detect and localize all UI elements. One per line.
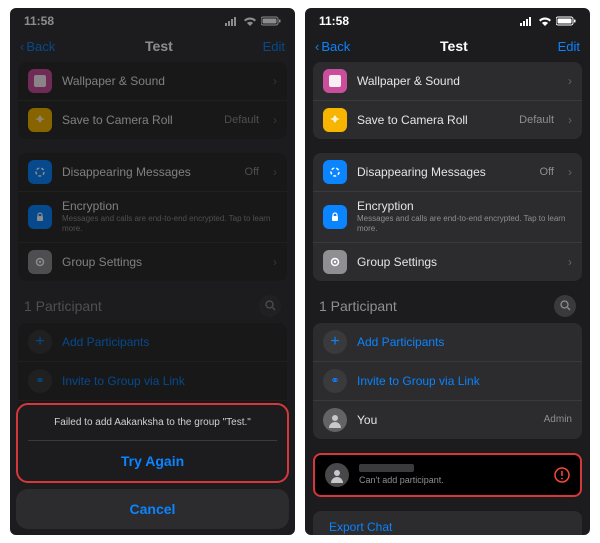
search-button[interactable] <box>259 295 281 317</box>
gear-icon <box>28 250 52 274</box>
settings-section-2: Disappearing Messages Off › Encryption M… <box>18 153 287 281</box>
you-row[interactable]: You Admin <box>313 401 582 439</box>
participants-header: 1 Participant <box>305 295 590 323</box>
error-icon <box>554 467 570 483</box>
status-icons <box>520 16 576 26</box>
edit-button[interactable]: Edit <box>263 39 285 54</box>
settings-section-2: Disappearing Messages Off › Encryption M… <box>313 153 582 281</box>
settings-section-1: Wallpaper & Sound › Save to Camera Roll … <box>18 62 287 139</box>
disappearing-row[interactable]: Disappearing Messages Off › <box>313 153 582 192</box>
status-icons <box>225 16 281 26</box>
timer-icon <box>28 160 52 184</box>
export-chat-row[interactable]: Export Chat <box>313 511 582 535</box>
try-again-button[interactable]: Try Again <box>28 441 277 481</box>
link-icon: ⚭ <box>28 369 52 393</box>
invite-link-row[interactable]: ⚭ Invite to Group via Link <box>313 362 582 401</box>
plus-icon: + <box>28 330 52 354</box>
cancel-button[interactable]: Cancel <box>16 489 289 529</box>
invite-link-row[interactable]: ⚭ Invite to Group via Link <box>18 362 287 401</box>
chevron-right-icon: › <box>568 255 572 269</box>
phone-left: 11:58 ‹Back Test Edit Wallpaper & Sound … <box>10 8 295 535</box>
chevron-left-icon: ‹ <box>315 39 319 54</box>
save-camera-row[interactable]: Save to Camera Roll Default › <box>313 101 582 139</box>
time: 11:58 <box>24 14 54 28</box>
action-sheet: Failed to add Aakanksha to the group "Te… <box>10 397 295 535</box>
group-settings-row[interactable]: Group Settings › <box>18 243 287 281</box>
link-icon: ⚭ <box>323 369 347 393</box>
chevron-right-icon: › <box>568 165 572 179</box>
wifi-icon <box>243 16 257 26</box>
battery-icon <box>556 16 576 26</box>
navbar: ‹Back Test Edit <box>10 32 295 62</box>
alert-message: Failed to add Aakanksha to the group "Te… <box>28 417 277 441</box>
participant-error-row[interactable]: Can't add participant. <box>313 453 582 497</box>
add-participants-row[interactable]: + Add Participants <box>313 323 582 362</box>
wifi-icon <box>538 16 552 26</box>
save-camera-row[interactable]: Save to Camera Roll Default › <box>18 101 287 139</box>
alert-card: Failed to add Aakanksha to the group "Te… <box>16 403 289 483</box>
redacted-name <box>359 464 414 472</box>
camera-roll-icon <box>28 108 52 132</box>
edit-button[interactable]: Edit <box>558 39 580 54</box>
chevron-right-icon: › <box>273 165 277 179</box>
wallpaper-icon <box>323 69 347 93</box>
wallpaper-icon <box>28 69 52 93</box>
lock-icon <box>28 205 52 229</box>
disappearing-row[interactable]: Disappearing Messages Off › <box>18 153 287 192</box>
wallpaper-row[interactable]: Wallpaper & Sound › <box>18 62 287 101</box>
encryption-row[interactable]: Encryption Messages and calls are end-to… <box>18 192 287 243</box>
chevron-right-icon: › <box>273 74 277 88</box>
search-icon <box>265 300 276 311</box>
signal-icon <box>225 16 239 26</box>
navbar: ‹Back Test Edit <box>305 32 590 62</box>
gear-icon <box>323 250 347 274</box>
phone-right: 11:58 ‹Back Test Edit Wallpaper & Sound … <box>305 8 590 535</box>
add-participants-row[interactable]: + Add Participants <box>18 323 287 362</box>
chevron-left-icon: ‹ <box>20 39 24 54</box>
search-icon <box>560 300 571 311</box>
chevron-right-icon: › <box>568 113 572 127</box>
nav-title: Test <box>440 38 468 54</box>
chevron-right-icon: › <box>568 74 572 88</box>
signal-icon <box>520 16 534 26</box>
timer-icon <box>323 160 347 184</box>
participants-header: 1 Participant <box>10 295 295 323</box>
chevron-right-icon: › <box>273 113 277 127</box>
settings-section-1: Wallpaper & Sound › Save to Camera Roll … <box>313 62 582 139</box>
plus-icon: + <box>323 330 347 354</box>
participants-section: + Add Participants ⚭ Invite to Group via… <box>313 323 582 439</box>
back-button[interactable]: ‹Back <box>20 39 55 54</box>
back-button[interactable]: ‹Back <box>315 39 350 54</box>
search-button[interactable] <box>554 295 576 317</box>
status-bar: 11:58 <box>10 8 295 32</box>
lock-icon <box>323 205 347 229</box>
group-settings-row[interactable]: Group Settings › <box>313 243 582 281</box>
avatar <box>323 408 347 432</box>
encryption-row[interactable]: Encryption Messages and calls are end-to… <box>313 192 582 243</box>
avatar <box>325 463 349 487</box>
wallpaper-row[interactable]: Wallpaper & Sound › <box>313 62 582 101</box>
nav-title: Test <box>145 38 173 54</box>
error-message: Can't add participant. <box>359 475 544 485</box>
battery-icon <box>261 16 281 26</box>
time: 11:58 <box>319 14 349 28</box>
chat-actions-section: Export Chat Clear Chat <box>313 511 582 535</box>
status-bar: 11:58 <box>305 8 590 32</box>
chevron-right-icon: › <box>273 255 277 269</box>
camera-roll-icon <box>323 108 347 132</box>
